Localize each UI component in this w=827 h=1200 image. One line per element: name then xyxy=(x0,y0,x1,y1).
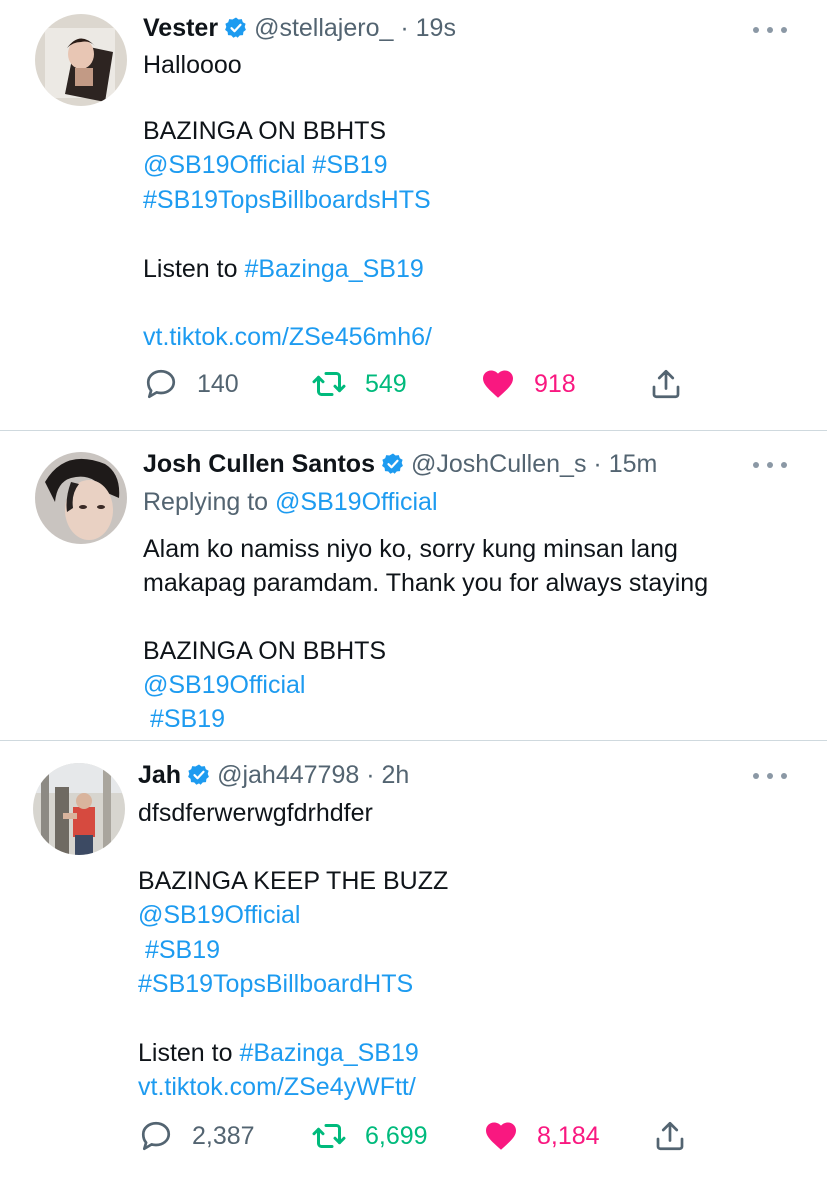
hashtag-link[interactable]: #SB19 xyxy=(143,704,225,734)
more-dots-icon[interactable] xyxy=(753,20,787,40)
tweet-header: Vester @stellajero_ · 19s xyxy=(143,13,456,43)
like-button[interactable]: 8,184 xyxy=(483,1116,600,1156)
separator-dot: · xyxy=(400,14,409,42)
separator-dot: · xyxy=(366,761,375,789)
user-handle[interactable]: @jah447798 xyxy=(217,761,359,789)
hashtag-link[interactable]: #SB19TopsBillboardsHTS xyxy=(143,185,431,215)
reply-bubble-icon xyxy=(146,369,176,399)
user-handle[interactable]: @JoshCullen_s xyxy=(411,450,586,478)
retweet-count: 6,699 xyxy=(365,1121,428,1150)
text-span: dfsdferwerwgfdrhdfer xyxy=(138,799,373,827)
share-button[interactable] xyxy=(652,1116,706,1156)
like-count: 918 xyxy=(534,369,576,398)
heart-icon xyxy=(483,370,513,398)
like-button[interactable]: 918 xyxy=(480,364,576,404)
text-span: Listen to xyxy=(143,255,245,283)
tweet-2[interactable]: Josh Cullen Santos @JoshCullen_s · 15m Re… xyxy=(0,431,827,740)
link-span[interactable]: #SB19TopsBillboardHTS xyxy=(138,970,413,998)
display-name[interactable]: Vester xyxy=(143,14,218,42)
separator-dot: · xyxy=(593,450,602,478)
timestamp[interactable]: 19s xyxy=(416,14,456,42)
text-span: Halloooo xyxy=(143,51,242,79)
retweet-icon xyxy=(312,372,346,396)
avatar-vester[interactable] xyxy=(35,14,127,106)
like-count: 8,184 xyxy=(537,1121,600,1150)
avatar-josh-cullen[interactable] xyxy=(35,452,127,544)
link-span[interactable]: @SB19Official xyxy=(138,901,301,929)
display-name[interactable]: Josh Cullen Santos xyxy=(143,450,375,478)
reply-button[interactable]: 140 xyxy=(143,364,239,404)
replying-to-line: Replying to @SB19Official xyxy=(143,487,438,517)
replying-to-link[interactable]: @SB19Official xyxy=(275,488,438,516)
link-span[interactable]: vt.tiktok.com/ZSe4yWFtt/ xyxy=(138,1073,416,1101)
tweet-text-line: Alam ko namiss niyo ko, sorry kung minsa… xyxy=(143,534,678,564)
tweet-text-line: BAZINGA ON BBHTS xyxy=(143,116,386,146)
mention-link[interactable]: @SB19Official xyxy=(138,900,301,930)
timestamp[interactable]: 15m xyxy=(609,450,658,478)
timestamp[interactable]: 2h xyxy=(382,761,410,789)
link-span[interactable]: #SB19 xyxy=(138,936,220,964)
tweet-text-line: dfsdferwerwgfdrhdfer xyxy=(138,798,373,828)
text-span: Alam ko namiss niyo ko, sorry kung minsa… xyxy=(143,535,678,563)
display-name[interactable]: Jah xyxy=(138,761,181,789)
verified-badge-icon xyxy=(188,764,209,785)
tweet-header: Josh Cullen Santos @JoshCullen_s · 15m xyxy=(143,449,657,479)
hashtag-link[interactable]: #SB19TopsBillboardHTS xyxy=(138,969,413,999)
tweet-text-line: Listen to #Bazinga_SB19 xyxy=(138,1038,419,1068)
share-icon xyxy=(652,369,680,399)
link-span[interactable]: @SB19Official xyxy=(143,671,306,699)
url-link[interactable]: vt.tiktok.com/ZSe456mh6/ xyxy=(143,322,432,352)
verified-badge-icon xyxy=(225,17,246,38)
text-span: Listen to xyxy=(138,1039,240,1067)
more-dots-icon[interactable] xyxy=(753,455,787,475)
heart-icon xyxy=(486,1122,516,1150)
url-link[interactable]: vt.tiktok.com/ZSe4yWFtt/ xyxy=(138,1072,416,1102)
tweet-1[interactable]: Vester @stellajero_ · 19s Halloooo BAZING… xyxy=(0,0,827,430)
verified-badge-icon xyxy=(382,453,403,474)
tweet-actions: 2,387 6,699 8,184 xyxy=(138,1116,718,1156)
retweet-button[interactable]: 549 xyxy=(311,364,407,404)
mention-hashtag-link[interactable]: @SB19Official #SB19 xyxy=(143,150,388,180)
replying-label: Replying to xyxy=(143,488,276,516)
link-span[interactable]: #SB19 xyxy=(143,705,225,733)
tweet-header: Jah @jah447798 · 2h xyxy=(138,760,409,790)
text-span: BAZINGA ON BBHTS xyxy=(143,117,387,145)
retweet-button[interactable]: 6,699 xyxy=(311,1116,428,1156)
tweet-actions: 140 549 918 xyxy=(143,364,703,404)
hashtag-link[interactable]: #Bazinga_SB19 xyxy=(239,1039,418,1067)
tweet-text-line: BAZINGA ON BBHTS xyxy=(143,636,386,666)
retweet-icon xyxy=(312,1124,346,1148)
reply-count: 140 xyxy=(197,369,239,398)
avatar-jah[interactable] xyxy=(33,763,125,855)
share-icon xyxy=(656,1121,684,1151)
user-handle[interactable]: @stellajero_ xyxy=(254,14,393,42)
share-button[interactable] xyxy=(648,364,702,404)
tweet-text-line: Listen to #Bazinga_SB19 xyxy=(143,254,424,284)
text-span: BAZINGA ON BBHTS xyxy=(143,637,387,665)
link-span[interactable]: @SB19Official #SB19 xyxy=(143,151,388,179)
reply-button[interactable]: 2,387 xyxy=(138,1116,255,1156)
hashtag-link[interactable]: #Bazinga_SB19 xyxy=(244,255,423,283)
link-span[interactable]: vt.tiktok.com/ZSe456mh6/ xyxy=(143,323,432,351)
tweet-text-line: makapag paramdam. Thank you for always s… xyxy=(143,568,708,598)
hashtag-link[interactable]: #SB19 xyxy=(138,935,220,965)
more-dots-icon[interactable] xyxy=(753,766,787,786)
reply-bubble-icon xyxy=(141,1121,171,1151)
retweet-count: 549 xyxy=(365,369,407,398)
tweet-text-line: BAZINGA KEEP THE BUZZ xyxy=(138,866,448,896)
tweet-text-line: Halloooo xyxy=(143,50,242,80)
link-span[interactable]: #SB19TopsBillboardsHTS xyxy=(143,186,431,214)
mention-link[interactable]: @SB19Official xyxy=(143,670,306,700)
text-span: makapag paramdam. Thank you for always s… xyxy=(143,569,709,597)
text-span: BAZINGA KEEP THE BUZZ xyxy=(138,867,449,895)
tweet-3[interactable]: Jah @jah447798 · 2h dfsdferwerwgfdrhdfer … xyxy=(0,741,827,1200)
reply-count: 2,387 xyxy=(192,1121,255,1150)
